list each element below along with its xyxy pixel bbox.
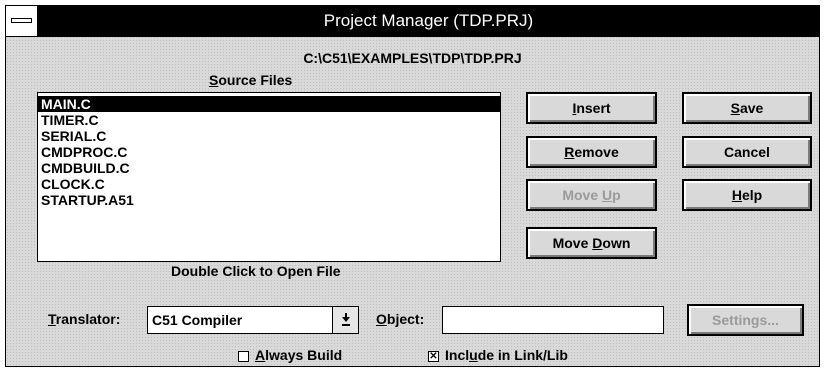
project-path: C:\C51\EXAMPLES\TDP\TDP.PRJ bbox=[303, 50, 522, 66]
translator-select[interactable]: C51 Compiler bbox=[147, 306, 359, 334]
include-link-checkbox[interactable]: ✕ bbox=[428, 351, 439, 362]
system-menu-button[interactable] bbox=[6, 6, 38, 36]
remove-button[interactable]: Remove bbox=[526, 136, 657, 168]
always-build-checkbox[interactable] bbox=[238, 351, 249, 362]
open-file-hint: Double Click to Open File bbox=[171, 263, 341, 279]
include-link-label[interactable]: Include in Link/Lib bbox=[445, 347, 568, 363]
dropdown-arrow-button[interactable] bbox=[332, 307, 358, 333]
list-item[interactable]: CMDPROC.C bbox=[38, 144, 500, 160]
always-build-label[interactable]: Always Build bbox=[255, 347, 342, 363]
translator-value: C51 Compiler bbox=[152, 312, 243, 328]
move-up-button[interactable]: Move Up bbox=[526, 179, 657, 211]
object-input[interactable] bbox=[442, 306, 664, 334]
help-button[interactable]: Help bbox=[682, 179, 812, 211]
list-item[interactable]: TIMER.C bbox=[38, 112, 500, 128]
source-files-listbox[interactable]: MAIN.C TIMER.C SERIAL.C CMDPROC.C CMDBUI… bbox=[37, 92, 501, 262]
list-item[interactable]: MAIN.C bbox=[38, 96, 500, 112]
list-item[interactable]: CLOCK.C bbox=[38, 176, 500, 192]
list-item[interactable]: SERIAL.C bbox=[38, 128, 500, 144]
insert-button[interactable]: Insert bbox=[526, 92, 657, 124]
move-down-button[interactable]: Move Down bbox=[526, 227, 657, 259]
source-files-label: Source Files bbox=[209, 72, 293, 88]
settings-button[interactable]: Settings... bbox=[687, 304, 804, 336]
window-title: Project Manager (TDP.PRJ) bbox=[323, 11, 534, 30]
list-item[interactable]: CMDBUILD.C bbox=[38, 160, 500, 176]
save-button[interactable]: Save bbox=[682, 92, 812, 124]
check-mark-icon: ✕ bbox=[429, 351, 438, 362]
list-item[interactable]: STARTUP.A51 bbox=[38, 192, 500, 208]
system-menu-icon bbox=[11, 18, 32, 23]
title-bar: Project Manager (TDP.PRJ) bbox=[6, 6, 819, 37]
project-manager-dialog: Project Manager (TDP.PRJ) C:\C51\EXAMPLE… bbox=[5, 5, 820, 367]
chevron-down-icon bbox=[341, 313, 350, 326]
cancel-button[interactable]: Cancel bbox=[682, 136, 812, 168]
object-label: Object: bbox=[376, 311, 425, 327]
translator-label: Translator: bbox=[48, 311, 121, 327]
